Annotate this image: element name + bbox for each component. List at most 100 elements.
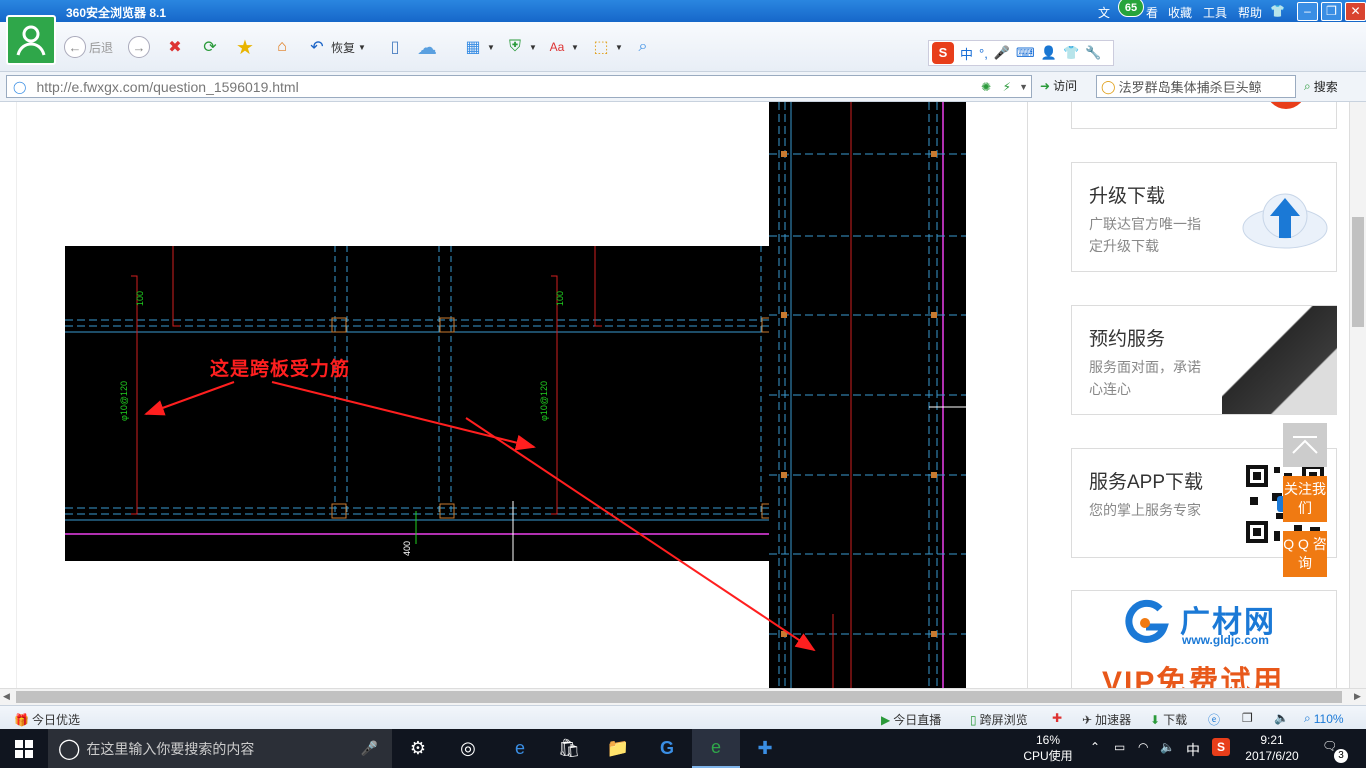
screenshot-button[interactable]: ⬚ ▼ [590,34,622,60]
ad-vip: VIP免费试用 [1102,666,1285,688]
chevron-down-icon[interactable]: ▼ [1019,82,1028,92]
back-to-top-button[interactable] [1283,423,1327,467]
chevron-down-icon: ▼ [358,42,366,52]
gldjc-ad-card[interactable]: 广材网 www.gldjc.com VIP免费试用 [1071,590,1337,688]
stop-icon: ✖ [168,39,182,56]
stop-button[interactable]: ✖ [164,34,186,60]
forward-button[interactable]: → [128,34,150,60]
store-icon[interactable]: 🛍 [545,729,593,768]
user-icon[interactable]: 👤 [1041,45,1057,61]
browser-360-icon[interactable]: e [692,729,740,768]
phone-button[interactable]: ▯ [384,34,406,60]
shirt-icon[interactable]: 👕 [1063,45,1079,61]
cross-screen[interactable]: ▯ 跨屏浏览 [970,711,1028,728]
zoom-button[interactable]: ⌕ [632,34,654,60]
restore-button[interactable]: ↶ 恢复 ▼ [306,34,366,60]
url-text[interactable]: http://e.fwxgx.com/question_1596019.html [36,79,298,95]
battery-icon[interactable]: ▭ [1114,740,1125,754]
today-live[interactable]: ▶ 今日直播 [881,711,941,728]
cloud-button[interactable]: ☁ [416,34,438,60]
microphone-icon[interactable]: 🎤 [994,45,1010,61]
apps-button[interactable]: ▦ ▼ [462,34,494,60]
search-button[interactable]: ⌕ 搜索 [1304,78,1338,95]
back-button[interactable]: ← 后退 [64,34,113,60]
refresh-icon: ⟳ [203,39,217,56]
scroll-thumb[interactable] [16,691,1342,703]
user-avatar-icon[interactable] [6,15,56,65]
wrench-icon[interactable]: 🔧 [1085,45,1101,61]
maximize-button[interactable]: ❐ [1321,2,1342,21]
globe-icon: ◯ [13,79,27,94]
translate-button[interactable]: Aa ▼ [546,34,579,60]
upgrade-download-card[interactable]: 升级下载 广联达官方唯一指定升级下载 [1071,162,1337,272]
appointment-card[interactable]: 预约服务 服务面对面，承诺心连心 [1071,305,1337,415]
shield-button[interactable]: ⛨ ▼ [504,34,537,60]
volume-icon[interactable]: 🔈 [1274,711,1289,725]
task-view-icon[interactable]: ⚙ [394,729,442,768]
cortana-icon: ◯ [58,738,81,760]
window-icon[interactable]: ❐ [1242,711,1253,725]
speaker-icon[interactable]: 🔈 [1160,740,1175,754]
home-button[interactable]: ⌂ [271,34,293,60]
play-icon: ▶ [881,712,891,727]
horizontal-scrollbar[interactable]: ◀ ▶ [0,688,1366,705]
accelerator[interactable]: ✈ 加速器 [1082,711,1131,728]
refresh-button[interactable]: ⟳ [199,34,221,60]
follow-us-button[interactable]: 关注我们 [1283,476,1327,522]
magnifier-icon: ⌕ [1304,711,1311,725]
close-window-button[interactable]: ✕ [1345,2,1366,21]
url-field[interactable]: ◯ http://e.fwxgx.com/question_1596019.ht… [6,75,1032,98]
scroll-thumb[interactable] [1352,217,1364,327]
zoom-level[interactable]: ⌕ 110% [1304,711,1344,726]
lightning-icon[interactable]: ⚡ [1003,80,1011,94]
back-arrow-icon: ← [64,36,86,58]
favorite-button[interactable]: ★ [234,34,256,60]
ime-lang[interactable]: 中 [960,44,973,63]
menu-favorites[interactable]: 收藏 [1168,4,1192,21]
punctuation-icon[interactable]: °, [979,46,988,61]
show-hidden-icon[interactable]: ⌃ [1090,740,1100,754]
microphone-icon[interactable]: 🎤 [361,740,378,757]
toolbar: ← 后退 → ✖ ⟳ ★ ⌂ ↶ 恢复 ▼ ▯ ☁ ▦ ▼ ⛨ ▼ Aa ▼ ⬚ ▼ ⌕ S … [0,22,1366,72]
start-button[interactable] [0,729,48,768]
notification-badge[interactable]: 65 [1118,0,1144,17]
app-plus-icon[interactable]: ✚ [741,729,789,768]
star-icon: ★ [236,36,254,59]
rocket-icon: ✈ [1082,712,1093,727]
keyboard-icon[interactable]: ⌨ [1016,45,1035,61]
ime-toolbar[interactable]: S 中 °, 🎤 ⌨ 👤 👕 🔧 [928,40,1114,66]
taskbar-search-input[interactable]: ◯ 在这里输入你要搜索的内容 🎤 [48,729,392,768]
card-title: 预约服务 [1089,329,1166,350]
health-icon[interactable]: ✚ [1052,711,1062,725]
clock[interactable]: 9:21 2017/6/20 [1240,732,1304,764]
wifi-icon[interactable]: ◠ [1138,740,1148,754]
scroll-right-icon[interactable]: ▶ [1354,691,1361,702]
vertical-scrollbar[interactable] [1349,102,1366,688]
file-explorer-icon[interactable]: 📁 [594,729,642,768]
scroll-left-icon[interactable]: ◀ [3,691,10,702]
menu-help[interactable]: 帮助 [1238,4,1262,21]
skin-icon[interactable]: 👕 [1270,4,1285,18]
app-swirl-icon[interactable]: ◎ [444,729,492,768]
cpu-usage[interactable]: 16% CPU使用 [1022,732,1074,764]
today-picks[interactable]: 🎁 今日优选 [14,711,80,728]
minimize-button[interactable]: – [1297,2,1318,21]
downloads[interactable]: ⬇ 下载 [1150,711,1187,728]
card-desc: 您的掌上服务专家 [1089,502,1201,518]
ime-indicator[interactable]: 中 [1186,740,1200,760]
glodon-icon[interactable]: G [643,729,691,768]
qq-consult-button[interactable]: Q Q 咨询 [1283,531,1327,577]
ie-icon[interactable]: ⓔ [1208,711,1220,728]
visit-button[interactable]: ➜ 访问 [1040,77,1077,94]
go-arrow-icon: ➜ [1040,78,1051,93]
menu-wen[interactable]: 文 [1098,4,1110,21]
download-icon: ⬇ [1150,712,1161,727]
search-input[interactable]: ◯ 法罗群岛集体捕杀巨头鲸 [1096,75,1296,98]
menu-tools[interactable]: 工具 [1203,4,1227,21]
search-icon: ⌕ [1304,79,1311,93]
mobile-icon: ▯ [970,712,977,727]
menu-kan[interactable]: 看 [1146,4,1158,21]
promo-card-top[interactable] [1071,102,1337,129]
sogou-tray-icon[interactable]: S [1212,738,1230,756]
edge-icon[interactable]: e [496,729,544,768]
